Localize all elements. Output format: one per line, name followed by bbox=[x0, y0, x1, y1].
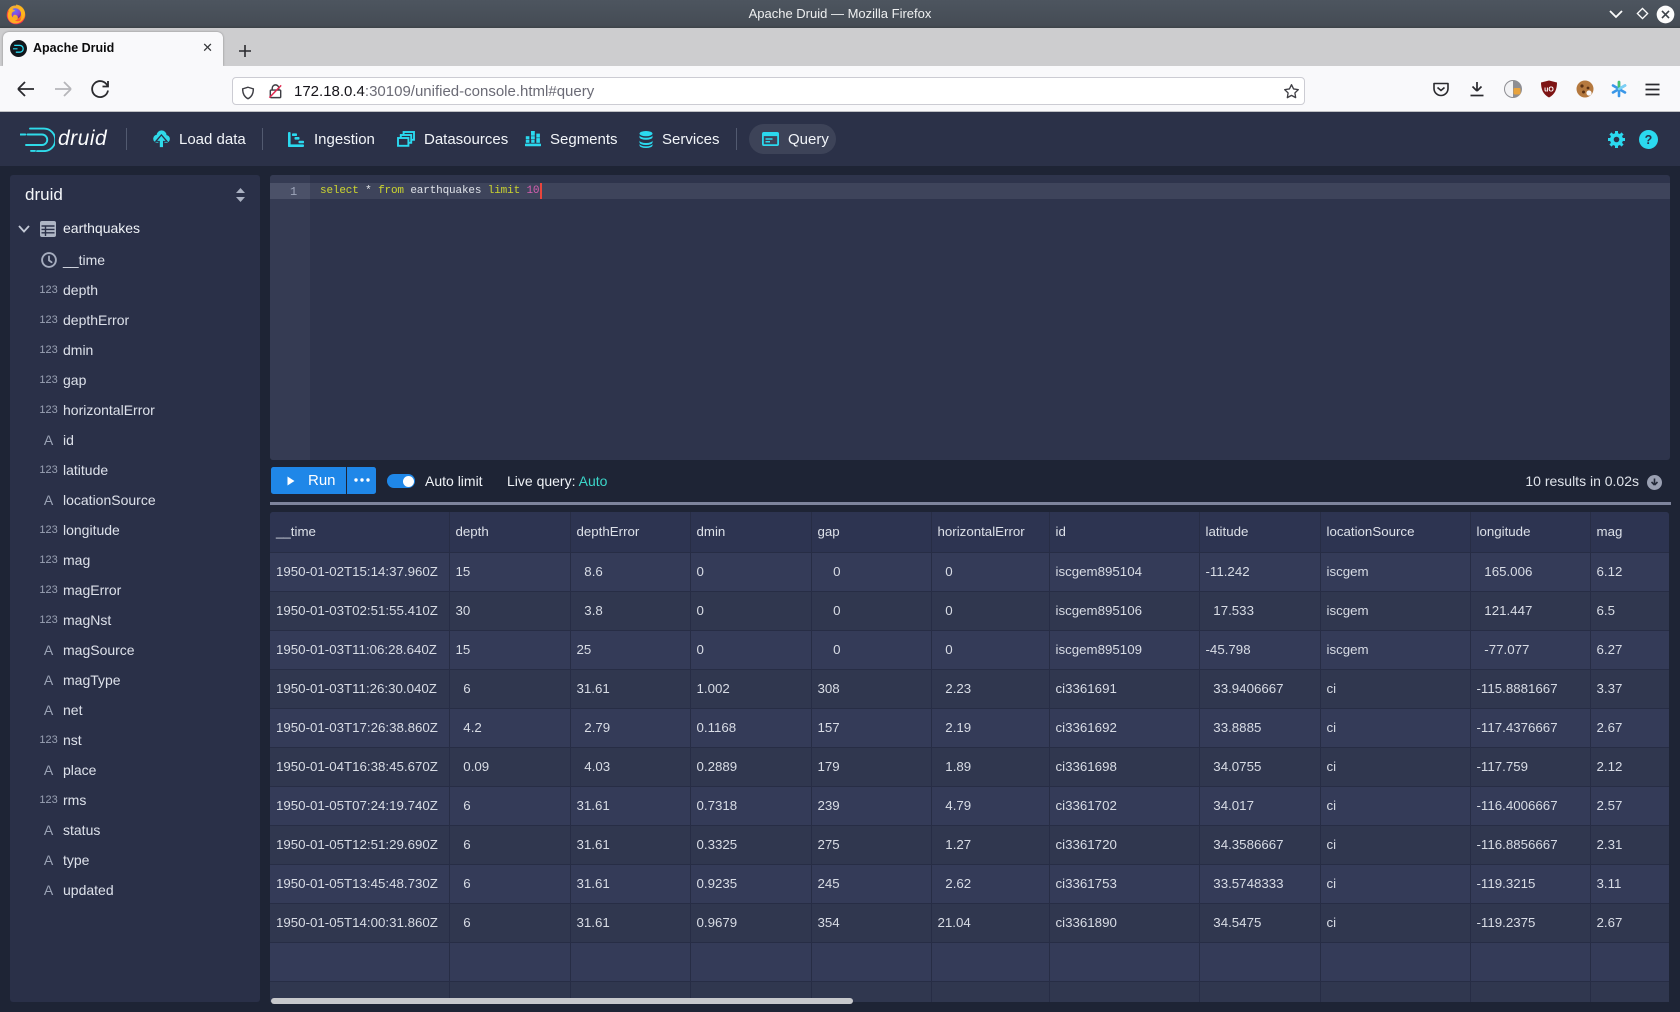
svg-text:uO: uO bbox=[1544, 87, 1554, 94]
svg-text:?: ? bbox=[1645, 133, 1653, 147]
